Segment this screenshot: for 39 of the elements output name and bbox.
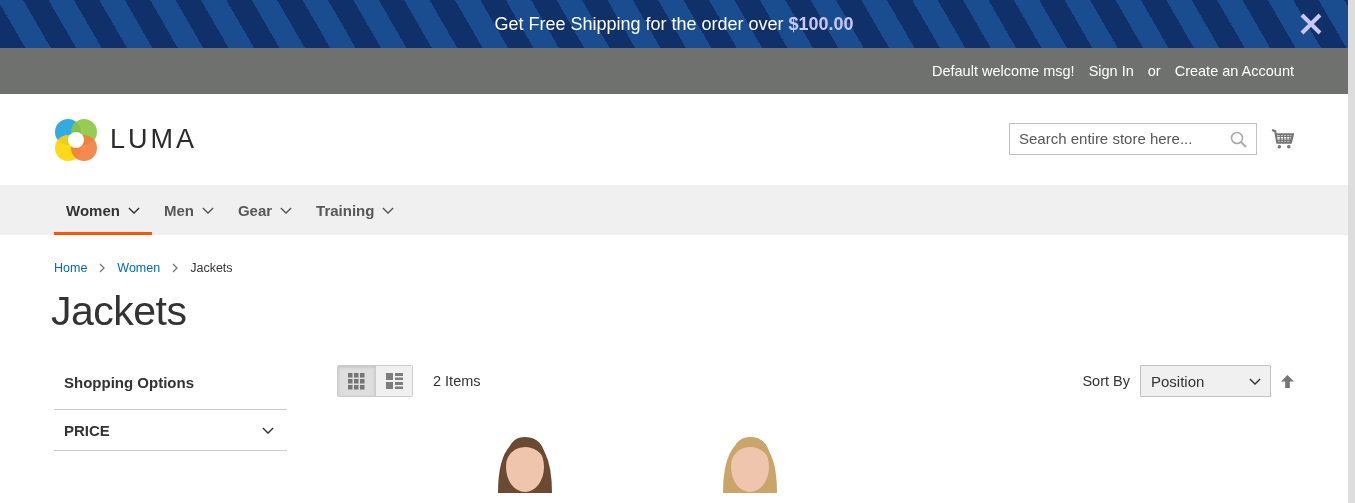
close-icon xyxy=(1300,13,1322,35)
sort-label: Sort By xyxy=(1082,373,1130,389)
sort-select[interactable]: Position xyxy=(1140,365,1271,397)
separator-text: or xyxy=(1147,63,1161,79)
close-button[interactable] xyxy=(1300,13,1322,35)
chevron-down-icon xyxy=(1249,377,1261,385)
sidebar-title: Shopping Options xyxy=(63,373,195,393)
chevron-down-icon xyxy=(262,426,274,434)
breadcrumb-link[interactable]: Home xyxy=(54,261,88,275)
chevron-down-icon xyxy=(201,206,214,214)
scrollbar[interactable] xyxy=(1348,0,1355,503)
breadcrumb-link[interactable]: Women xyxy=(117,261,161,275)
grid-view-button[interactable] xyxy=(338,366,375,396)
filter-header[interactable]: PRICE xyxy=(54,409,287,451)
search-field[interactable]: Search entire store here... xyxy=(1009,122,1257,155)
chevron-down-icon xyxy=(280,206,293,214)
item-count: 2 Items xyxy=(433,373,481,389)
logo-icon[interactable] xyxy=(54,117,98,162)
sort-direction-icon[interactable] xyxy=(1281,374,1294,388)
nav-tab[interactable]: Men xyxy=(151,185,226,235)
page-title: Jackets xyxy=(51,288,188,335)
chevron-right-icon xyxy=(99,263,106,273)
header-link[interactable]: Sign In xyxy=(1088,63,1134,79)
grid-icon xyxy=(348,372,365,390)
list-view-button[interactable] xyxy=(375,366,412,396)
nav-tab[interactable]: Women xyxy=(54,185,152,235)
chevron-right-icon xyxy=(172,263,179,273)
chevron-down-icon xyxy=(127,206,140,214)
header-link[interactable]: Create an Account xyxy=(1174,63,1294,79)
cart-icon[interactable] xyxy=(1271,128,1294,149)
welcome-text: Default welcome msg! xyxy=(932,63,1075,79)
promo-text: Get Free Shipping for the order over $100.00 xyxy=(494,13,854,35)
breadcrumb-current: Jackets xyxy=(190,261,233,275)
nav-tab[interactable]: Gear xyxy=(225,185,305,235)
search-icon[interactable] xyxy=(1230,130,1247,148)
list-icon xyxy=(385,373,403,389)
chevron-down-icon xyxy=(382,206,395,214)
nav-tab[interactable]: Training xyxy=(304,185,407,235)
logo-text[interactable]: LUMA xyxy=(110,124,197,155)
